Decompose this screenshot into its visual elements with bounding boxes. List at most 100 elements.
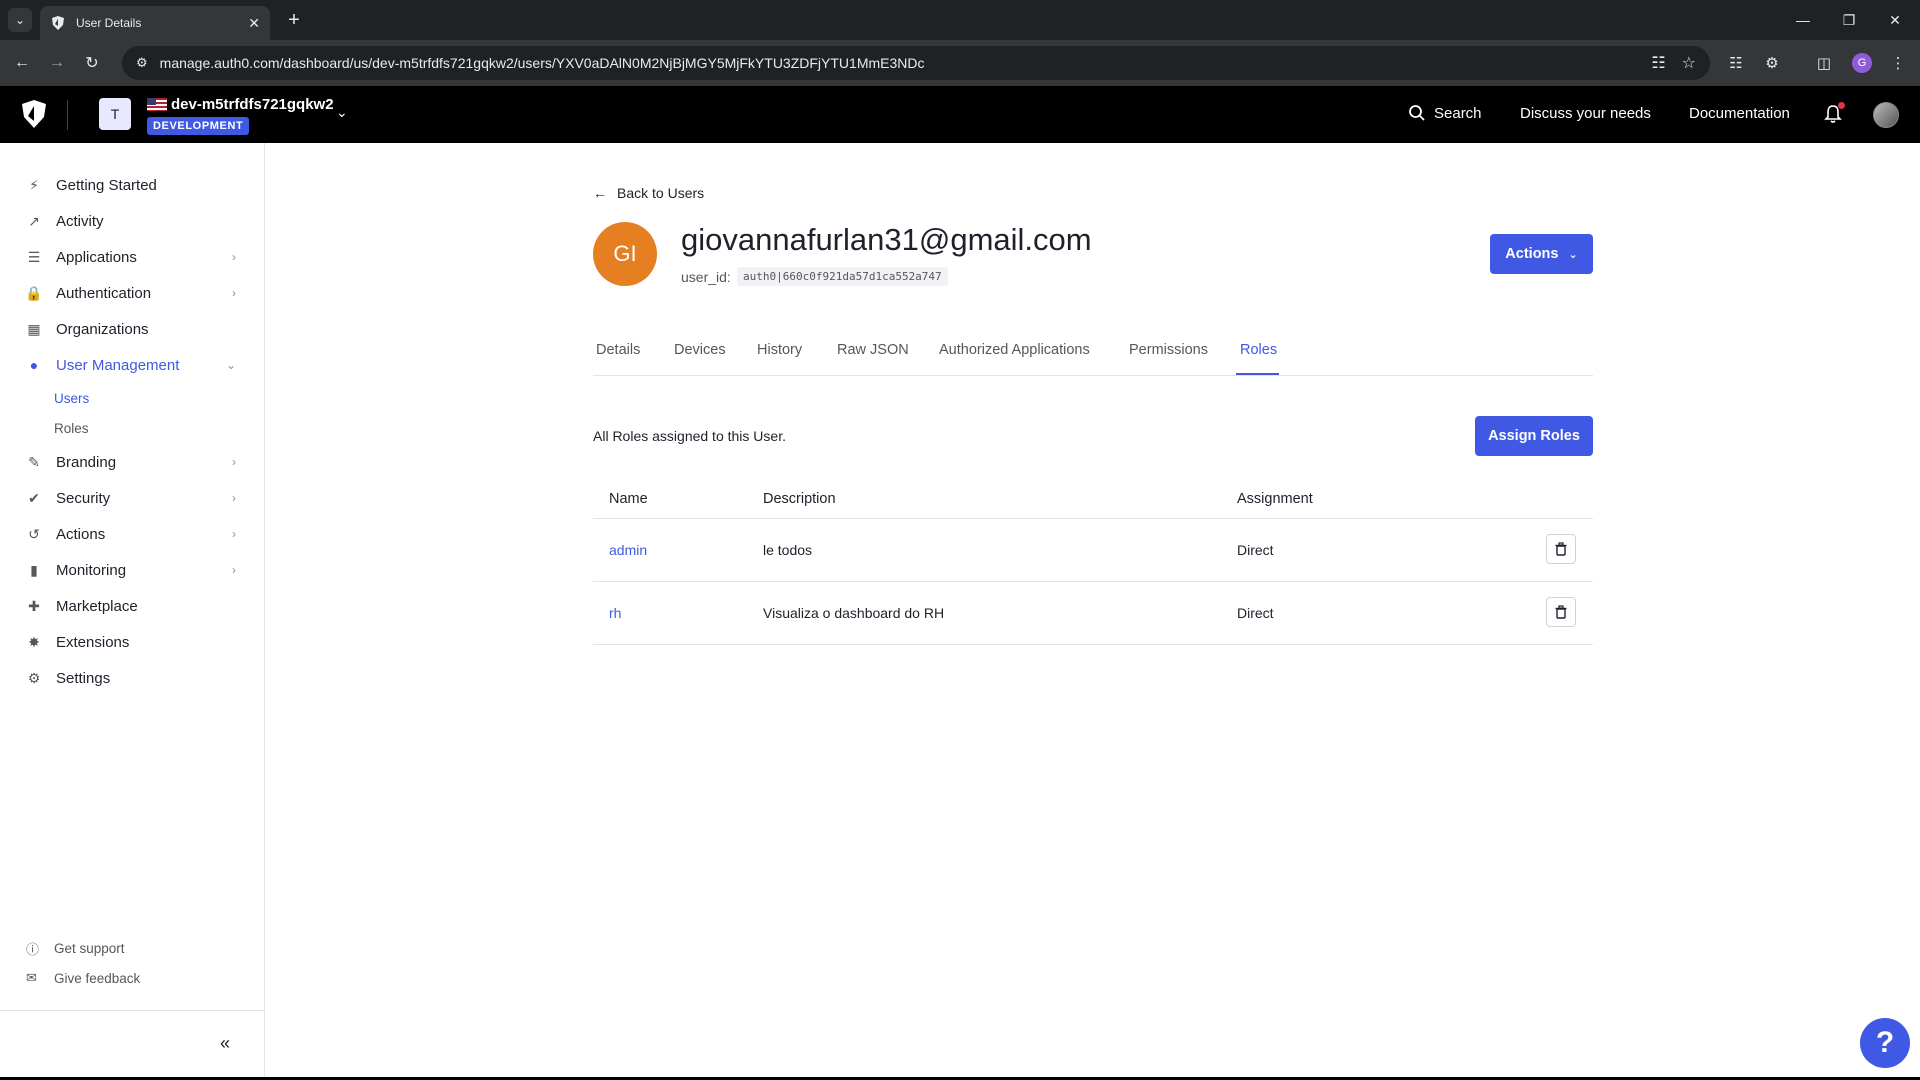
- bolt-icon: ⚡: [29, 176, 39, 193]
- restore-icon[interactable]: ❐: [1826, 0, 1872, 40]
- sidebar-item-applications[interactable]: ☰ Applications ›: [0, 239, 264, 275]
- browser-tab-strip: ⌄ User Details ✕ + — ❐ ✕: [0, 0, 1920, 40]
- browser-profile-avatar[interactable]: G: [1852, 53, 1872, 73]
- sidebar-item-label: User Management: [56, 356, 180, 374]
- chevron-right-icon: ›: [232, 527, 236, 541]
- tab-details[interactable]: Details: [596, 342, 640, 358]
- tenant-chevron-down-icon[interactable]: ⌄: [336, 104, 348, 121]
- role-assignment: Direct: [1237, 542, 1274, 558]
- sidebar-item-getting-started[interactable]: ⚡ Getting Started: [0, 167, 264, 203]
- extensions-puzzle-icon[interactable]: ⚙: [1760, 51, 1784, 75]
- layers-icon: ☰: [27, 248, 41, 265]
- tab-roles[interactable]: Roles: [1240, 342, 1277, 358]
- sidebar-item-authentication[interactable]: 🔒 Authentication ›: [0, 275, 264, 311]
- chevron-right-icon: ›: [232, 286, 236, 300]
- app-header: T dev-m5trfdfs721gqkw2 DEVELOPMENT ⌄ Sea…: [0, 86, 1920, 143]
- tenant-environment-badge: DEVELOPMENT: [147, 117, 250, 135]
- sidebar-subitem-users[interactable]: Users: [54, 391, 89, 406]
- brush-icon: ✎: [28, 453, 40, 470]
- sidebar-item-monitoring[interactable]: ▮ Monitoring ›: [0, 552, 264, 588]
- new-tab-button[interactable]: +: [282, 8, 306, 32]
- minimize-icon[interactable]: —: [1780, 0, 1826, 40]
- sidebar-item-activity[interactable]: ↗ Activity: [0, 203, 264, 239]
- user-id-value[interactable]: auth0|660c0f921da57d1ca552a747: [737, 267, 948, 286]
- plus-grid-icon: ✚: [28, 597, 40, 614]
- role-name-link[interactable]: admin: [609, 542, 647, 558]
- table-header-divider: [593, 518, 1593, 519]
- auth0-logo-icon[interactable]: [20, 99, 48, 129]
- footer-label: Give feedback: [54, 970, 141, 986]
- table-row-divider: [593, 581, 1593, 582]
- users-icon: ●: [29, 357, 39, 373]
- back-arrow-icon[interactable]: ←: [10, 51, 34, 75]
- documentation-link[interactable]: Documentation: [1689, 105, 1790, 122]
- search-icon[interactable]: [1408, 104, 1426, 122]
- chevron-right-icon: ›: [232, 455, 236, 469]
- translate-extension-icon[interactable]: ☷: [1724, 51, 1748, 75]
- sidebar-item-user-management[interactable]: ● User Management ⌄: [0, 347, 264, 383]
- sidebar-item-security[interactable]: ✔ Security ›: [0, 480, 264, 516]
- trash-icon: [1555, 542, 1567, 556]
- tab-list-button[interactable]: ⌄: [8, 8, 32, 32]
- browser-toolbar: ← → ↻ ⚙ manage.auth0.com/dashboard/us/de…: [0, 40, 1920, 86]
- collapse-sidebar-icon[interactable]: «: [220, 1033, 230, 1054]
- sidebar-item-label: Marketplace: [56, 597, 138, 615]
- gear-icon: ⚙: [27, 669, 41, 686]
- sidebar-item-label: Actions: [56, 525, 106, 543]
- auth0-favicon-icon: [52, 16, 64, 30]
- tab-history[interactable]: History: [757, 342, 802, 358]
- sidebar-item-extensions[interactable]: ✸ Extensions: [0, 624, 264, 660]
- sidebar-item-branding[interactable]: ✎ Branding ›: [0, 444, 264, 480]
- tab-permissions[interactable]: Permissions: [1129, 342, 1208, 358]
- active-tab-indicator: [1236, 373, 1279, 375]
- actions-dropdown-button[interactable]: Actions ⌄: [1490, 234, 1593, 274]
- tab-close-icon[interactable]: ✕: [248, 15, 260, 32]
- role-description: Visualiza o dashboard do RH: [763, 605, 945, 621]
- translate-icon[interactable]: ☷: [1651, 53, 1665, 73]
- chevron-right-icon: ›: [232, 563, 236, 577]
- sidebar-item-settings[interactable]: ⚙ Settings: [0, 660, 264, 696]
- side-panel-icon[interactable]: ◫: [1812, 51, 1836, 75]
- browser-tab[interactable]: User Details ✕: [40, 6, 270, 40]
- get-support-link[interactable]: ⓘ Get support: [26, 939, 125, 958]
- site-info-icon[interactable]: ⚙: [136, 55, 148, 71]
- assign-roles-button[interactable]: Assign Roles: [1475, 416, 1593, 456]
- sidebar-item-label: Extensions: [56, 633, 130, 651]
- extension-icon: ✸: [28, 633, 40, 650]
- notification-dot: [1838, 102, 1845, 109]
- bookmark-star-icon[interactable]: ☆: [1682, 53, 1696, 73]
- tenant-name[interactable]: dev-m5trfdfs721gqkw2: [171, 96, 334, 113]
- window-close-icon[interactable]: ✕: [1872, 0, 1918, 40]
- sidebar-item-label: Organizations: [56, 320, 149, 338]
- discuss-needs-link[interactable]: Discuss your needs: [1520, 105, 1651, 122]
- help-button[interactable]: ?: [1860, 1018, 1910, 1068]
- tab-raw-json[interactable]: Raw JSON: [837, 342, 909, 358]
- tenant-avatar[interactable]: T: [99, 98, 131, 130]
- flow-icon: ↺: [28, 525, 40, 542]
- tab-authorized-applications[interactable]: Authorized Applications: [939, 342, 1090, 358]
- tab-title: User Details: [76, 16, 142, 30]
- delete-role-button[interactable]: [1546, 597, 1576, 627]
- delete-role-button[interactable]: [1546, 534, 1576, 564]
- header-search-link[interactable]: Search: [1434, 105, 1482, 122]
- tab-devices[interactable]: Devices: [674, 342, 726, 358]
- column-header-assignment: Assignment: [1237, 491, 1313, 507]
- back-to-users-link[interactable]: ← Back to Users: [593, 185, 704, 201]
- user-avatar: GI: [593, 222, 657, 286]
- sidebar-item-organizations[interactable]: ▦ Organizations: [0, 311, 264, 347]
- role-name-link[interactable]: rh: [609, 605, 621, 621]
- browser-menu-icon[interactable]: ⋮: [1886, 51, 1910, 75]
- url-text[interactable]: manage.auth0.com/dashboard/us/dev-m5trfd…: [160, 55, 1636, 71]
- sidebar-item-actions[interactable]: ↺ Actions ›: [0, 516, 264, 552]
- sidebar-item-marketplace[interactable]: ✚ Marketplace: [0, 588, 264, 624]
- forward-arrow-icon[interactable]: →: [45, 51, 69, 75]
- header-divider: [67, 100, 68, 130]
- sidebar-item-label: Security: [56, 489, 111, 507]
- reload-icon[interactable]: ↻: [80, 51, 104, 75]
- sidebar-subitem-roles[interactable]: Roles: [54, 421, 89, 436]
- sidebar-item-label: Branding: [56, 453, 117, 471]
- address-bar[interactable]: ⚙ manage.auth0.com/dashboard/us/dev-m5tr…: [122, 46, 1710, 80]
- bar-chart-icon: ▮: [30, 561, 38, 578]
- user-profile-avatar[interactable]: [1873, 102, 1899, 128]
- give-feedback-link[interactable]: ✉ Give feedback: [26, 970, 140, 986]
